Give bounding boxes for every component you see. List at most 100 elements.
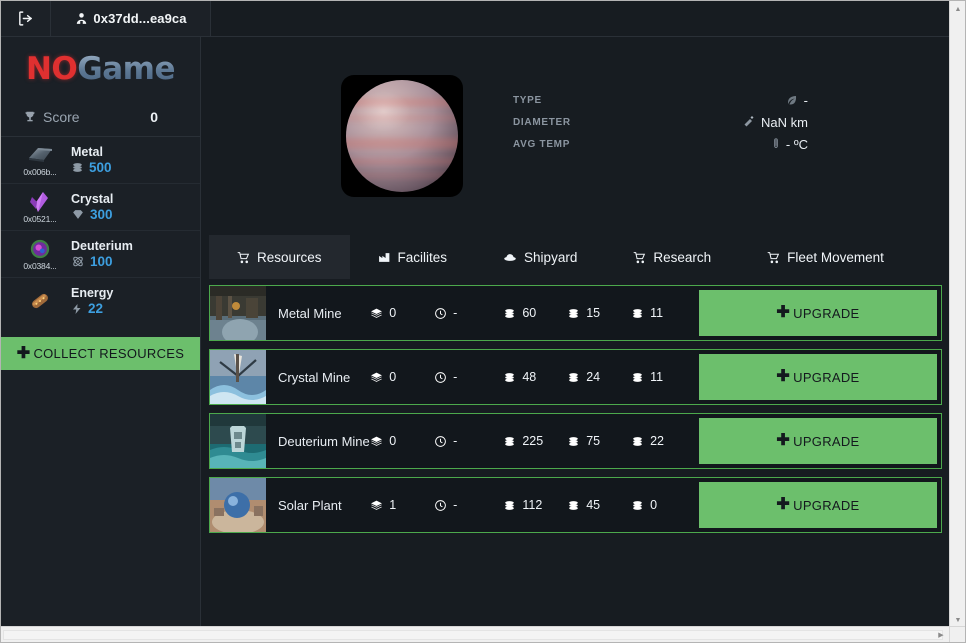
upgrade-button-metal-mine[interactable]: ✚ UPGRADE xyxy=(698,290,937,336)
resource-amount-line: 500 xyxy=(71,160,112,176)
building-level: 0 xyxy=(370,350,434,404)
crystal-token-address[interactable]: 0x0521... xyxy=(23,214,56,224)
horizontal-scrollbar[interactable]: ◀ ▶ xyxy=(1,626,965,642)
tab-label: Resources xyxy=(257,249,322,265)
clock-icon xyxy=(434,499,447,512)
upgrade-label: UPGRADE xyxy=(793,369,860,385)
resource-amount: 22 xyxy=(88,301,104,316)
cost-crystal-value: 15 xyxy=(586,306,601,320)
resource-info: Deuterium 100 xyxy=(71,239,133,270)
building-level: 0 xyxy=(370,286,434,340)
building-row-crystal-mine: Crystal Mine 0 - 48 24 11 ✚ UPGRADE xyxy=(209,349,942,405)
metal-token-address[interactable]: 0x006b... xyxy=(23,167,56,177)
bolt-icon xyxy=(71,302,83,316)
main-content: TYPE - DIAMETER NaN km AVG TEMP - ºC Res… xyxy=(201,37,950,627)
top-bar-filler xyxy=(211,1,950,36)
building-thumbnail xyxy=(210,286,266,340)
tab-fleet-movement[interactable]: Fleet Movement xyxy=(739,235,912,279)
resource-row-deuterium: 0x0384... Deuterium 100 xyxy=(1,231,200,278)
cost-metal-value: 225 xyxy=(522,434,544,448)
account-button[interactable]: 0x37dd...ea9ca xyxy=(51,1,211,36)
planet-stats: TYPE - DIAMETER NaN km AVG TEMP - ºC xyxy=(513,75,808,197)
factory-icon xyxy=(378,251,391,264)
cost-deuterium-value: 11 xyxy=(650,306,664,320)
vertical-scrollbar[interactable]: ▲ ▼ xyxy=(949,1,965,628)
coins-icon xyxy=(631,371,644,384)
resource-amount: 500 xyxy=(89,159,112,175)
leaf-icon xyxy=(786,94,798,106)
upgrade-button-deuterium-mine[interactable]: ✚ UPGRADE xyxy=(698,418,937,464)
cost-crystal-value: 24 xyxy=(586,370,601,384)
coins-icon xyxy=(503,371,516,384)
horizontal-scroll-thumb[interactable] xyxy=(3,630,943,640)
atom-icon xyxy=(71,255,85,268)
building-level-value: 1 xyxy=(389,498,397,512)
resource-row-crystal: 0x0521... Crystal 300 xyxy=(1,184,200,231)
building-name: Deuterium Mine xyxy=(278,433,370,449)
tab-resources[interactable]: Resources xyxy=(209,235,350,279)
upgrade-button-solar-plant[interactable]: ✚ UPGRADE xyxy=(698,482,937,528)
building-level-value: 0 xyxy=(389,434,397,448)
resource-icon-wrap xyxy=(9,290,71,313)
stat-value-wrap: NaN km xyxy=(743,115,808,130)
resource-name: Energy xyxy=(71,286,114,300)
tab-shipyard[interactable]: Shipyard xyxy=(475,235,605,279)
tab-research[interactable]: Research xyxy=(605,235,739,279)
ruler-icon xyxy=(743,116,755,128)
upgrade-button-crystal-mine[interactable]: ✚ UPGRADE xyxy=(698,354,937,400)
coins-icon xyxy=(567,307,580,320)
resource-info: Crystal 300 xyxy=(71,192,113,223)
coins-icon xyxy=(503,307,516,320)
scroll-up-arrow[interactable]: ▲ xyxy=(950,1,965,17)
plus-icon: ✚ xyxy=(16,344,31,362)
building-row-deuterium-mine: Deuterium Mine 0 - 225 75 22 ✚ UPGRADE xyxy=(209,413,942,469)
coins-icon xyxy=(567,499,580,512)
building-name: Solar Plant xyxy=(278,497,342,513)
planet-overview: TYPE - DIAMETER NaN km AVG TEMP - ºC xyxy=(201,37,950,197)
tab-facilites[interactable]: Facilites xyxy=(350,235,476,279)
clock-icon xyxy=(434,371,447,384)
stat-value: NaN km xyxy=(761,114,808,130)
building-time-value: - xyxy=(453,370,458,384)
building-time: - xyxy=(434,478,503,532)
cost-deuterium-value: 0 xyxy=(650,498,658,512)
building-thumbnail xyxy=(210,478,266,532)
tab-label: Research xyxy=(653,249,712,265)
planet-stat-type: TYPE - xyxy=(513,89,808,111)
user-icon xyxy=(74,11,89,26)
scroll-right-arrow[interactable]: ▶ xyxy=(933,627,949,642)
tab-label: Facilites xyxy=(397,249,448,265)
score-label: Score xyxy=(43,108,80,125)
thermometer-icon xyxy=(772,137,780,151)
plus-icon: ✚ xyxy=(776,496,791,513)
building-cost-crystal: 24 xyxy=(567,350,631,404)
building-thumbnail xyxy=(210,350,266,404)
cart-icon xyxy=(767,251,780,264)
layers-icon xyxy=(370,499,383,512)
cart-icon xyxy=(633,251,646,264)
cost-metal-value: 112 xyxy=(522,498,543,512)
coins-icon xyxy=(631,307,644,320)
planet-stat-diameter: DIAMETER NaN km xyxy=(513,111,808,133)
collect-resources-button[interactable]: ✚ COLLECT RESOURCES xyxy=(1,337,200,370)
crystal-icon xyxy=(25,191,55,213)
logout-button[interactable] xyxy=(1,1,51,36)
cost-crystal-value: 75 xyxy=(586,434,601,448)
building-time: - xyxy=(434,414,503,468)
logout-icon xyxy=(17,10,34,27)
deuterium-token-address[interactable]: 0x0384... xyxy=(23,261,56,271)
cost-crystal-value: 45 xyxy=(586,498,601,512)
logo-text-secondary: Game xyxy=(77,51,175,87)
coins-icon xyxy=(567,371,580,384)
gem-icon xyxy=(71,208,85,221)
building-name: Crystal Mine xyxy=(278,369,351,385)
stat-value-wrap: - xyxy=(786,93,808,108)
clock-icon xyxy=(434,307,447,320)
coins-icon xyxy=(503,435,516,448)
plus-icon: ✚ xyxy=(776,432,791,449)
building-cost-crystal: 15 xyxy=(567,286,631,340)
energy-rod-icon xyxy=(25,290,55,312)
building-time: - xyxy=(434,350,503,404)
stat-label: AVG TEMP xyxy=(513,138,571,150)
building-cost-deuterium: 11 xyxy=(631,286,695,340)
